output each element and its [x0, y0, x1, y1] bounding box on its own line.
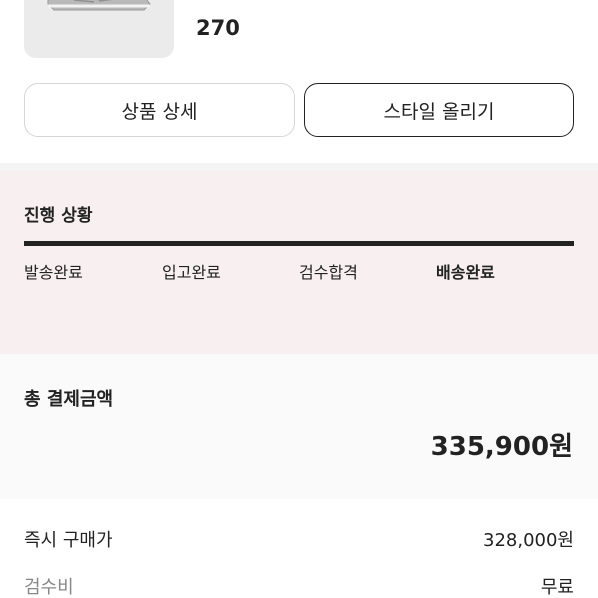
total-payment-section: 총 결제금액 335,900원 — [0, 354, 598, 499]
section-divider — [0, 163, 598, 171]
total-payment-amount: 335,900원 — [430, 432, 573, 462]
product-detail-button[interactable]: 상품 상세 — [24, 83, 295, 137]
product-actions: 상품 상세 스타일 올리기 — [24, 83, 574, 137]
progress-step-delivered: 배송완료 — [436, 263, 495, 282]
instant-buy-price-row: 즉시 구매가 328,000원 — [24, 526, 574, 556]
instant-buy-price-label: 즉시 구매가 — [24, 530, 113, 551]
product-summary: 270 — [0, 0, 598, 80]
total-payment-label: 총 결제금액 — [24, 389, 114, 410]
sneaker-icon — [47, 0, 151, 11]
progress-step-shipped: 발송완료 — [24, 263, 83, 282]
instant-buy-price-value: 328,000원 — [483, 530, 574, 551]
inspection-fee-row: 검수비 무료 — [24, 573, 574, 598]
post-style-button[interactable]: 스타일 올리기 — [304, 83, 574, 137]
progress-bar — [24, 241, 574, 246]
progress-title: 진행 상황 — [24, 206, 93, 226]
progress-step-received: 입고완료 — [162, 263, 221, 282]
product-thumbnail[interactable] — [24, 0, 174, 58]
inspection-fee-label: 검수비 — [24, 577, 74, 598]
product-size: 270 — [196, 16, 240, 40]
inspection-fee-value: 무료 — [540, 577, 574, 598]
progress-section: 진행 상황 발송완료 입고완료 검수합격 배송완료 — [0, 171, 598, 354]
progress-step-inspected: 검수합격 — [299, 263, 358, 282]
